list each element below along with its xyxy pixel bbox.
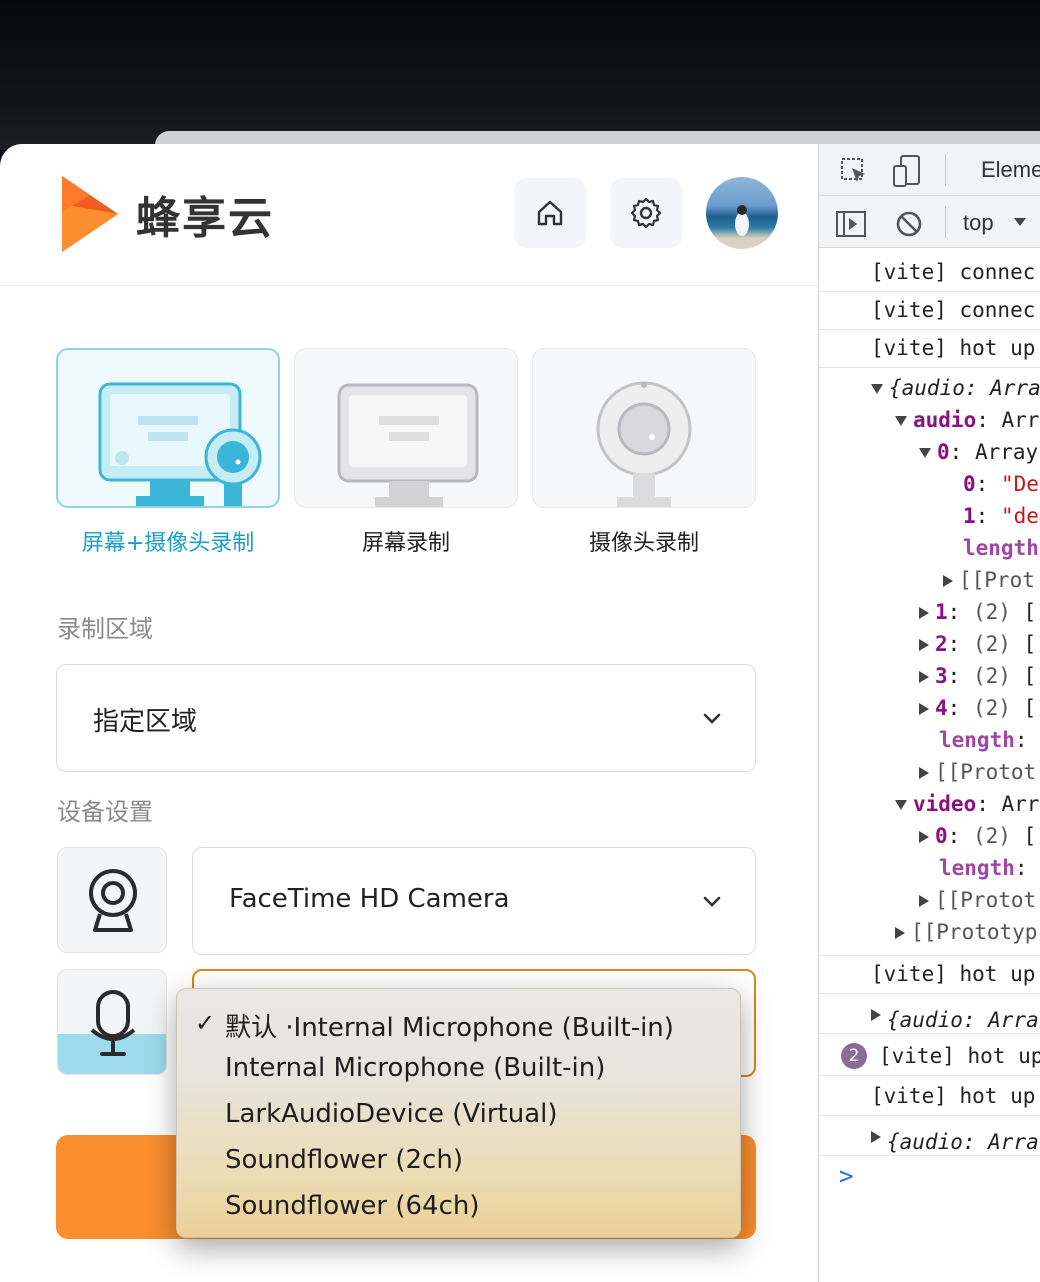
region-select-value: 指定区域 [93,707,198,737]
app-header: 蜂享云 [0,144,818,286]
mic-device-icon-box [57,969,167,1075]
tree-video-0[interactable]: 0: (2) [ [919,824,1036,848]
camera-device-icon-box [57,847,167,953]
mode-label-camera: 摄像头录制 [588,531,699,556]
checkmark-icon: ✓ [195,1009,216,1037]
devtools-toolbar: Eleme [819,144,1040,196]
console-prompt[interactable]: > [839,1162,853,1190]
tree-audio-0-1: 1: "de [963,504,1039,528]
tree-audio-1[interactable]: 1: (2) [ [919,600,1036,624]
region-select[interactable]: 指定区域 [56,664,756,772]
mode-card-screen-camera[interactable] [56,348,280,508]
tree-video[interactable]: video: Arr [895,792,1039,816]
clear-console-icon[interactable] [895,210,923,238]
screen-illustration-icon [337,383,479,507]
tree-audio-length: length: [939,728,1028,752]
console-log-row: [vite] hot up [819,330,1040,368]
app-logo-icon [62,176,118,252]
caret-down-icon [1014,218,1026,226]
show-sidebar-icon[interactable] [835,210,867,238]
mode-label-screen-camera: 屏幕+摄像头录制 [81,531,255,556]
camera-select-value: FaceTime HD Camera [229,884,510,914]
console-log-row: [vite] connec [819,254,1040,292]
tree-audio-0[interactable]: 0: Array [919,440,1038,464]
console-log-row: [vite] hot up [819,1078,1040,1116]
tree-audio-0-length: length [963,536,1039,560]
tab-elements[interactable]: Eleme [981,157,1040,183]
chevron-down-icon [703,896,721,907]
mode-card-camera[interactable] [532,348,756,508]
webcam-illustration-icon [596,381,692,507]
console-object-row[interactable]: {audio: Arra [819,996,1040,1034]
repeat-count-badge: 2 [841,1043,867,1069]
tree-audio[interactable]: audio: Arr [895,408,1039,432]
mic-option-default[interactable]: 默认 ·Internal Microphone (Built-in) [225,1007,674,1044]
mode-card-screen[interactable] [294,348,518,508]
console-log-row: [vite] connec [819,292,1040,330]
settings-button[interactable] [610,178,682,248]
avatar-photo-icon [735,205,749,236]
brand-name: 蜂享云 [136,193,274,244]
tree-video-length: length: [939,856,1028,880]
tree-audio-proto[interactable]: [[Protot [919,760,1036,784]
console-object-row[interactable]: {audio: Arra [819,1118,1040,1156]
toolbar-divider [945,154,946,186]
tree-video-proto[interactable]: [[Protot [919,888,1036,912]
microphone-dropdown-menu: ✓ 默认 ·Internal Microphone (Built-in) Int… [176,988,741,1238]
home-icon [537,200,563,226]
screen-camera-illustration-icon [98,382,262,506]
device-section-title: 设备设置 [57,798,153,826]
tree-audio-0-proto[interactable]: [[Prot [943,568,1035,592]
tree-audio-4[interactable]: 4: (2) [ [919,696,1036,720]
tree-root-proto[interactable]: [[Prototyp [895,920,1037,944]
console-log-row: [vite] hot up [819,956,1040,994]
mic-option-lark[interactable]: LarkAudioDevice (Virtual) [225,1099,558,1129]
desktop-background [0,0,1040,150]
console-toolbar: top [819,196,1040,248]
mic-option-soundflower-2ch[interactable]: Soundflower (2ch) [225,1145,463,1175]
console-log-row-repeated: 2 [vite] hot up [819,1038,1040,1076]
inspect-element-icon[interactable] [839,156,869,186]
user-avatar[interactable] [706,177,778,249]
webcam-icon [89,869,137,932]
context-selector[interactable]: top [963,210,994,236]
region-section-title: 录制区域 [57,615,153,643]
tree-audio-3[interactable]: 3: (2) [ [919,664,1036,688]
gear-icon [630,197,662,229]
mic-option-soundflower-64ch[interactable]: Soundflower (64ch) [225,1191,480,1221]
tree-root[interactable]: {audio: Arra [871,376,1040,400]
microphone-icon [90,990,136,1056]
home-button[interactable] [514,178,586,248]
devtools-panel: Eleme top [vite] connec [vite] connec [v… [818,144,1040,1282]
device-toolbar-icon[interactable] [891,154,923,188]
camera-select[interactable]: FaceTime HD Camera [192,847,756,955]
tree-audio-0-0: 0: "De [963,472,1039,496]
chevron-down-icon [703,713,721,724]
toolbar-divider [945,206,946,238]
mode-label-screen: 屏幕录制 [361,531,450,556]
mic-option-internal[interactable]: Internal Microphone (Built-in) [225,1053,605,1083]
tree-audio-2[interactable]: 2: (2) [ [919,632,1036,656]
